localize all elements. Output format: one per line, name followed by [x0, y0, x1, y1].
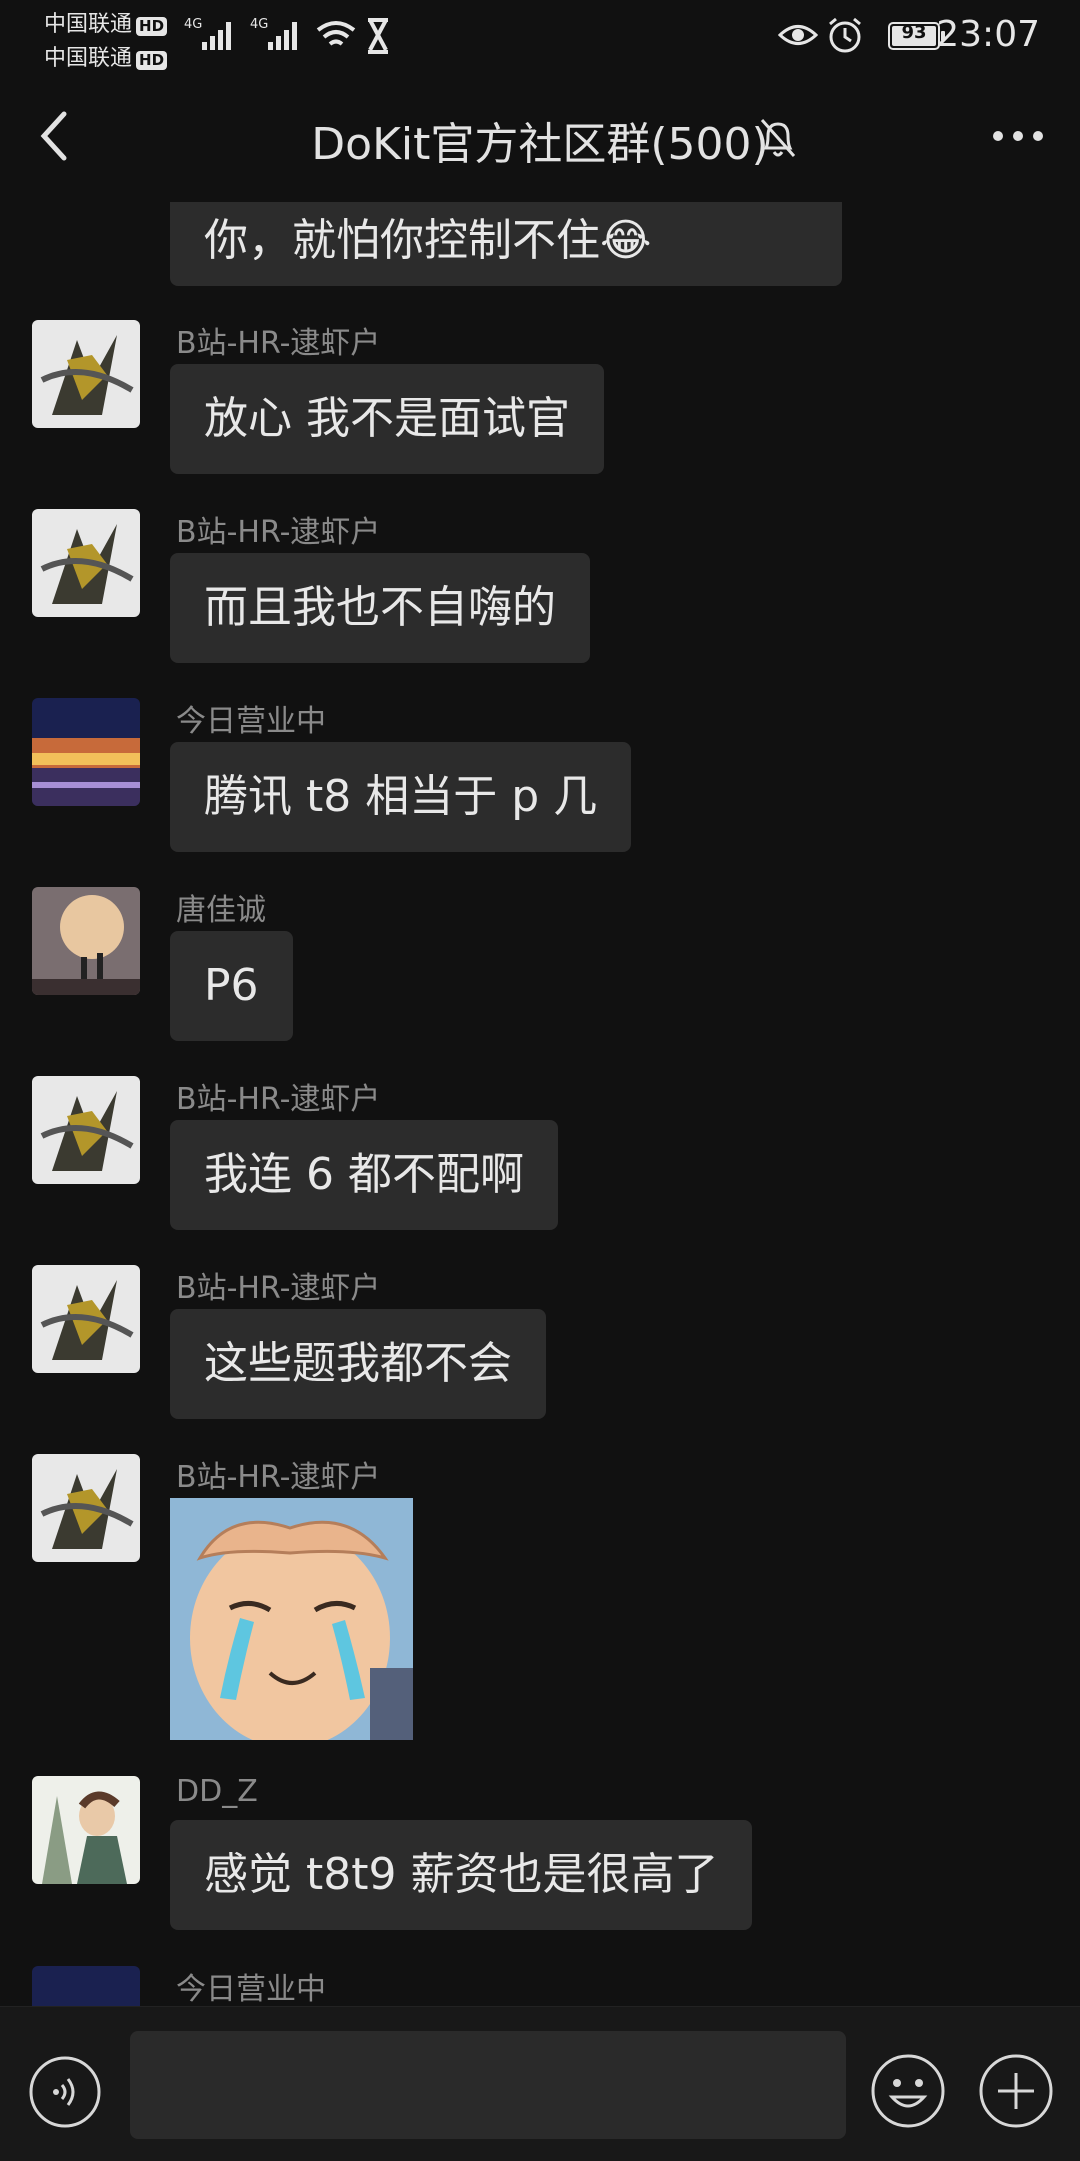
mecha-avatar-icon: [32, 1454, 140, 1562]
emoji-icon[interactable]: [870, 2053, 946, 2129]
sender-name: B站-HR-逮虾户: [176, 515, 381, 550]
message-bubble[interactable]: 你，就怕你控制不住😂: [170, 202, 842, 286]
svg-text:4G: 4G: [184, 17, 202, 32]
sender-name: 今日营业中: [176, 1972, 326, 2006]
avatar[interactable]: [32, 1966, 140, 2006]
voice-icon[interactable]: [28, 2055, 102, 2129]
hourglass-icon: [368, 18, 388, 54]
sender-name: B站-HR-逮虾户: [176, 1460, 381, 1495]
mecha-avatar-icon: [32, 1076, 140, 1184]
carrier-2-label: 中国联通: [44, 46, 133, 71]
status-bar: 中国联通 HD 中国联通 HD 4G 4G 93 23:07: [0, 0, 1080, 72]
input-bar: [0, 2006, 1080, 2161]
svg-text:4G: 4G: [250, 17, 268, 32]
message-bubble[interactable]: 感觉 t8t9 薪资也是很高了: [170, 1820, 753, 1930]
sender-name: 唐佳诚: [176, 893, 266, 928]
bell-muted-icon: [760, 119, 796, 157]
signal-icon: 4G: [184, 17, 231, 50]
city-night-avatar-icon: [32, 698, 140, 806]
signal-icon-2: 4G: [250, 17, 297, 50]
more-icon[interactable]: [992, 130, 1044, 142]
sender-name: DD_Z: [176, 1774, 258, 1809]
avatar[interactable]: [32, 887, 140, 995]
message-bubble[interactable]: 腾讯 t8 相当于 p 几: [170, 742, 632, 852]
anime-avatar-icon: [32, 1776, 140, 1884]
avatar[interactable]: [32, 1265, 140, 1373]
mecha-avatar-icon: [32, 509, 140, 617]
message-list[interactable]: 你，就怕你控制不住😂 B站-HR-逮虾户 放心 我不是面试官 B站-HR-逮虾户…: [0, 202, 1080, 2006]
message-bubble[interactable]: 而且我也不自嗨的: [170, 553, 590, 663]
crying-meme-sticker[interactable]: [170, 1498, 413, 1740]
avatar[interactable]: [32, 1076, 140, 1184]
chat-title: DoKit官方社区群(500): [311, 119, 769, 170]
sender-name: 今日营业中: [176, 704, 326, 739]
carrier-1-label: 中国联通: [44, 12, 133, 37]
plus-icon[interactable]: [978, 2053, 1054, 2129]
wifi-icon: [316, 21, 356, 46]
carrier-2: 中国联通 HD: [44, 40, 168, 72]
clock: 23:07: [936, 14, 1040, 55]
battery-indicator: 93: [888, 22, 945, 50]
sender-name: B站-HR-逮虾户: [176, 1082, 381, 1117]
chat-header: DoKit官方社区群(500): [0, 72, 1080, 202]
avatar[interactable]: [32, 509, 140, 617]
hd-badge: HD: [136, 17, 168, 36]
avatar[interactable]: [32, 1454, 140, 1562]
avatar[interactable]: [32, 320, 140, 428]
mecha-avatar-icon: [32, 320, 140, 428]
sender-name: B站-HR-逮虾户: [176, 1271, 381, 1306]
message-bubble[interactable]: 这些题我都不会: [170, 1309, 546, 1419]
alarm-icon: [829, 17, 861, 53]
carrier-1: 中国联通 HD: [44, 6, 168, 38]
message-bubble[interactable]: 放心 我不是面试官: [170, 364, 604, 474]
message-bubble[interactable]: P6: [170, 931, 293, 1041]
sunset-avatar-icon: [32, 887, 140, 995]
avatar[interactable]: [32, 698, 140, 806]
eye-icon: [778, 25, 818, 45]
hd-badge: HD: [136, 51, 168, 70]
message-input[interactable]: [130, 2031, 846, 2139]
sender-name: B站-HR-逮虾户: [176, 326, 381, 361]
battery-level: 93: [901, 22, 927, 43]
message-bubble[interactable]: 我连 6 都不配啊: [170, 1120, 558, 1230]
mecha-avatar-icon: [32, 1265, 140, 1373]
avatar[interactable]: [32, 1776, 140, 1884]
city-night-avatar-icon: [32, 1966, 140, 2006]
